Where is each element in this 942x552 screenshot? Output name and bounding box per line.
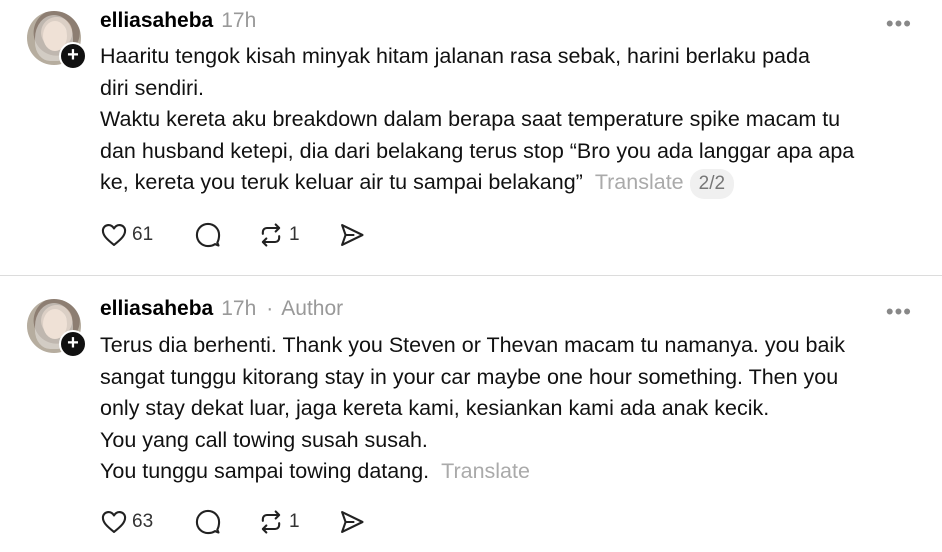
- thread-pager-badge: 2/2: [689, 169, 735, 199]
- repost-count: 1: [289, 511, 300, 532]
- thread-post-2: + elliasaheba 17h · Author ••• Terus dia be…: [0, 275, 942, 552]
- author-tag: Author: [281, 297, 344, 320]
- translate-link[interactable]: Translate: [441, 459, 530, 483]
- follow-plus-icon[interactable]: +: [59, 330, 87, 358]
- send-icon: [341, 224, 364, 246]
- post-line: only stay dekat luar, jaga kereta kami, …: [100, 396, 770, 420]
- share-button[interactable]: [338, 221, 366, 249]
- repost-button[interactable]: 1: [257, 221, 300, 249]
- like-count: 63: [132, 511, 154, 532]
- like-button[interactable]: 61: [100, 221, 153, 249]
- reply-button[interactable]: [194, 508, 222, 536]
- reply-button[interactable]: [194, 221, 222, 249]
- repost-icon: [261, 223, 281, 247]
- comment-bubble-icon: [195, 222, 221, 248]
- post-line-last: You tunggu sampai towing datang. Translat…: [100, 456, 920, 488]
- send-icon: [341, 511, 364, 533]
- post-body: Haaritu tengok kisah minyak hitam jalana…: [100, 41, 920, 199]
- post-line: dan husband ketepi, dia dari belakang te…: [100, 138, 855, 163]
- comment-bubble-icon: [195, 509, 221, 535]
- like-button[interactable]: 63: [100, 508, 153, 536]
- post-line: ke, kereta you teruk keluar air tu sampa…: [100, 170, 583, 194]
- post-line: Terus dia berhenti. Thank you Steven or …: [100, 333, 845, 357]
- heart-icon: [101, 224, 127, 246]
- more-options-icon[interactable]: •••: [886, 11, 912, 37]
- post-header: elliasaheba 17h · Author: [100, 297, 343, 321]
- post-line: You tunggu sampai towing datang.: [100, 459, 430, 483]
- post-line: Waktu kereta aku breakdown dalam berapa …: [100, 107, 841, 131]
- follow-plus-icon[interactable]: +: [59, 42, 87, 70]
- repost-button[interactable]: 1: [257, 508, 300, 536]
- thread-post-1: + elliasaheba 17h ••• Haaritu tengok kisa…: [0, 0, 942, 275]
- post-time: 17h: [221, 297, 257, 320]
- username[interactable]: elliasaheba: [100, 9, 213, 32]
- post-line-last: ke, kereta you teruk keluar air tu sampa…: [100, 167, 920, 199]
- post-body: Terus dia berhenti. Thank you Steven or …: [100, 330, 920, 488]
- share-button[interactable]: [338, 508, 366, 536]
- repost-icon: [261, 510, 281, 534]
- post-line: sangat tunggu kitorang stay in your car …: [100, 364, 839, 389]
- translate-link[interactable]: Translate: [595, 170, 684, 194]
- post-header: elliasaheba 17h: [100, 9, 256, 33]
- post-line: diri sendiri.: [100, 75, 204, 100]
- post-time: 17h: [221, 9, 257, 32]
- post-line: Haaritu tengok kisah minyak hitam jalana…: [100, 44, 810, 68]
- repost-count: 1: [289, 224, 300, 245]
- post-line: You yang call towing susah susah.: [100, 427, 428, 452]
- like-count: 61: [132, 224, 154, 245]
- header-separator: ·: [266, 297, 274, 320]
- heart-icon: [101, 511, 127, 533]
- more-options-icon[interactable]: •••: [886, 299, 912, 325]
- username[interactable]: elliasaheba: [100, 297, 213, 320]
